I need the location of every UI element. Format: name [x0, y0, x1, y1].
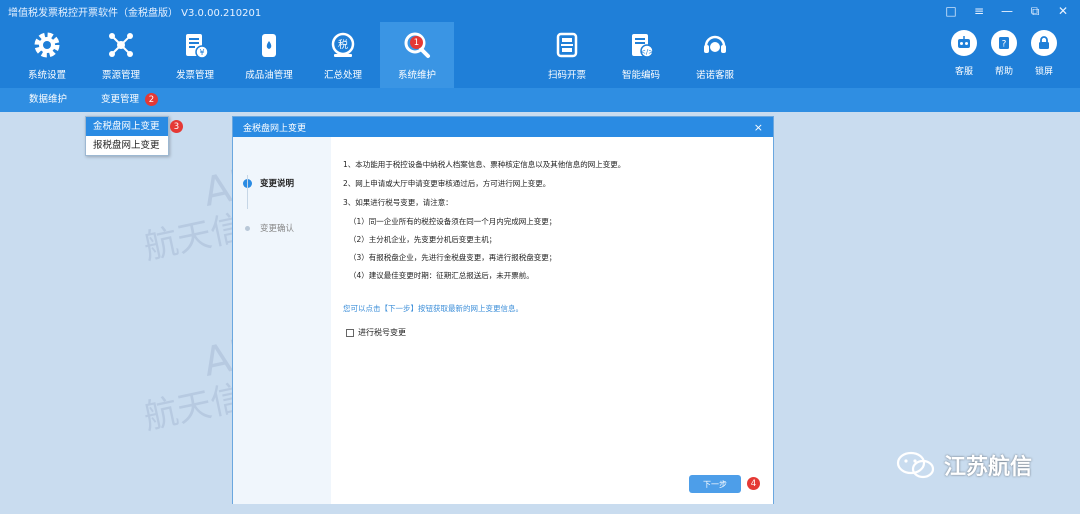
subnav-data-maintenance[interactable]: 数据维护	[29, 88, 67, 112]
svg-text:?: ?	[1002, 40, 1007, 50]
dialog-header: 金税盘网上变更 ×	[233, 117, 773, 137]
toolbar-label: 票源管理	[101, 70, 140, 81]
network-icon	[104, 28, 138, 62]
toolbar-lock-screen[interactable]: 锁屏	[1024, 30, 1064, 77]
step-change-description: 变更说明	[243, 177, 294, 189]
toolbar-smart-coding[interactable]: </> 智能编码	[604, 22, 678, 88]
info-paragraph: 1、本功能用于税控设备中纳税人档案信息、票种核定信息以及其他信息的网上变更。	[343, 160, 626, 169]
step-list: 变更说明 变更确认	[233, 137, 331, 504]
toolbar-invoice-management[interactable]: ¥ 发票管理	[158, 22, 232, 88]
help-icon: ?	[991, 30, 1017, 56]
tax-id-change-checkbox[interactable]	[346, 328, 354, 337]
info-paragraph: 2、网上申请或大厅申请变更审核通过后，方可进行网上变更。	[343, 179, 551, 188]
gear-icon	[30, 28, 64, 62]
close-button[interactable]: ✕	[1052, 2, 1074, 20]
toolbar-nuonuo-support[interactable]: 诺诺客服	[678, 22, 752, 88]
toolbar-help[interactable]: ? 帮助	[984, 30, 1024, 77]
toolbar-label: 锁屏	[1034, 67, 1053, 77]
step-connector	[247, 175, 248, 209]
toolbar-ticket-source[interactable]: 票源管理	[84, 22, 158, 88]
wechat-icon	[896, 451, 935, 479]
step-badge: 1	[410, 36, 423, 49]
toolbar-system-settings[interactable]: 系统设置	[10, 22, 84, 88]
close-icon[interactable]: ×	[754, 121, 763, 134]
toolbar-label: 汇总处理	[323, 70, 362, 81]
step-change-confirm: 变更确认	[243, 222, 294, 234]
change-dialog: 金税盘网上变更 × 变更说明 变更确认 1、本功能用于税控设备中纳税人档案信息、…	[232, 116, 774, 504]
menu-item-tax-report-disk-change[interactable]: 报税盘网上变更	[86, 136, 168, 155]
wechat-account-name: 江苏航信	[944, 455, 1033, 480]
toolbar-summary-processing[interactable]: 税 汇总处理	[306, 22, 380, 88]
step-label: 变更说明	[260, 179, 295, 189]
svg-text:</>: </>	[640, 48, 654, 56]
toolbar-label: 客服	[954, 67, 973, 77]
toolbar-label: 成品油管理	[245, 70, 293, 81]
next-button[interactable]: 下一步	[689, 475, 741, 493]
toolbar-label: 诺诺客服	[695, 70, 734, 81]
dialog-content: 1、本功能用于税控设备中纳税人档案信息、票种核定信息以及其他信息的网上变更。 2…	[331, 137, 773, 504]
toolbar-label: 系统设置	[27, 70, 66, 81]
menu-icon[interactable]: ≡	[968, 2, 990, 20]
restore-button[interactable]: ⧉	[1024, 2, 1046, 20]
oil-icon	[252, 28, 286, 62]
info-paragraph: （4）建议最佳变更时期：征期汇总报送后，未开票前。	[349, 271, 534, 280]
step-badge: 3	[170, 120, 183, 133]
tax-id-change-option[interactable]: 进行税号变更	[346, 327, 406, 338]
toolbar-oil-management[interactable]: 成品油管理	[232, 22, 306, 88]
info-paragraph: （1）同一企业所有的税控设备须在同一个月内完成网上变更；	[349, 217, 557, 226]
svg-text:税: 税	[338, 38, 348, 51]
step-inactive-dot	[245, 225, 250, 231]
main-toolbar: 系统设置 票源管理 ¥ 发票管理 成品油管理 税 汇总处理 系统维护 1 扫码开…	[0, 22, 1080, 88]
message-icon[interactable]: □	[940, 2, 962, 20]
toolbar-system-maintenance[interactable]: 系统维护 1	[380, 22, 454, 88]
robot-icon	[951, 30, 977, 56]
next-hint: 您可以点击【下一步】按钮获取最新的网上变更信息。	[343, 304, 523, 313]
change-management-menu: 金税盘网上变更 报税盘网上变更	[85, 116, 169, 156]
subnav-change-management[interactable]: 变更管理	[101, 88, 139, 112]
toolbar-label: 扫码开票	[547, 70, 586, 81]
invoice-icon: ¥	[178, 28, 212, 62]
title-bar: 增值税发票税控开票软件（金税盘版） V3.0.00.210201 □ ≡ — ⧉…	[0, 0, 1080, 22]
support-icon	[698, 28, 732, 62]
window-controls: □ ≡ — ⧉ ✕	[940, 2, 1074, 20]
step-label: 变更确认	[260, 224, 295, 234]
tax-summary-icon: 税	[326, 28, 360, 62]
info-paragraph: （2）主分机企业，先变更分机后变更主机；	[349, 235, 497, 244]
info-paragraph: （3）有报税盘企业，先进行金税盘变更，再进行报税盘变更；	[349, 253, 557, 262]
scan-icon	[550, 28, 584, 62]
lock-icon	[1031, 30, 1057, 56]
smart-code-icon: </>	[624, 28, 658, 62]
app-title: 增值税发票税控开票软件（金税盘版） V3.0.00.210201	[8, 7, 262, 19]
toolbar-label: 系统维护	[397, 70, 436, 81]
menu-item-golden-tax-disk-change[interactable]: 金税盘网上变更	[86, 117, 168, 136]
toolbar-scan-invoice[interactable]: 扫码开票	[530, 22, 604, 88]
wechat-overlay: 江苏航信	[896, 449, 1032, 481]
toolbar-label: 发票管理	[175, 70, 214, 81]
step-badge: 2	[145, 93, 158, 106]
checkbox-label: 进行税号变更	[358, 328, 406, 337]
info-paragraph: 3、如果进行税号变更，请注意：	[343, 198, 453, 207]
dialog-title: 金税盘网上变更	[243, 123, 307, 134]
step-badge: 4	[747, 477, 760, 490]
svg-text:¥: ¥	[199, 48, 204, 57]
toolbar-label: 帮助	[994, 67, 1013, 77]
sub-navigation: 数据维护 变更管理 2	[0, 88, 1080, 112]
toolbar-label: 智能编码	[621, 70, 660, 81]
toolbar-customer-service[interactable]: 客服	[944, 30, 984, 77]
minimize-button[interactable]: —	[996, 2, 1018, 20]
